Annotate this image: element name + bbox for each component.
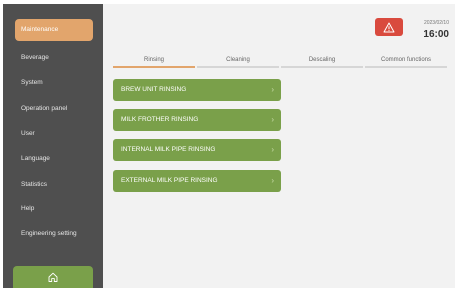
button-label: EXTERNAL MILK PIPE RINSING: [121, 177, 218, 184]
time-display: 16:00: [423, 29, 449, 40]
milk-frother-rinsing-button[interactable]: MILK FROTHER RINSING ›: [113, 109, 281, 131]
tab-rinsing[interactable]: Rinsing: [113, 54, 195, 66]
brew-unit-rinsing-button[interactable]: BREW UNIT RINSING ›: [113, 79, 281, 101]
sidebar-item-statistics[interactable]: Statistics: [15, 176, 93, 194]
chevron-right-icon: ›: [271, 85, 274, 94]
sidebar-item-help[interactable]: Help: [15, 200, 93, 218]
sidebar-item-beverage[interactable]: Beverage: [15, 49, 93, 67]
tab-indicator: [281, 66, 363, 68]
external-milk-pipe-rinsing-button[interactable]: EXTERNAL MILK PIPE RINSING ›: [113, 170, 281, 192]
warning-icon: [383, 22, 395, 32]
home-icon: [48, 272, 58, 282]
sidebar: Maintenance Beverage System Operation pa…: [3, 4, 103, 288]
sidebar-item-maintenance[interactable]: Maintenance: [15, 19, 93, 41]
sidebar-item-user[interactable]: User: [15, 125, 93, 143]
button-label: INTERNAL MILK PIPE RINSING: [121, 146, 216, 153]
tab-cleaning[interactable]: Cleaning: [197, 54, 279, 66]
sidebar-item-system[interactable]: System: [15, 74, 93, 92]
sidebar-item-language[interactable]: Language: [15, 150, 93, 168]
sidebar-item-engineering-setting[interactable]: Engineering setting: [15, 225, 93, 243]
screen: Maintenance Beverage System Operation pa…: [3, 4, 455, 288]
home-button[interactable]: [13, 266, 93, 288]
tab-descaling[interactable]: Descaling: [281, 54, 363, 66]
button-label: MILK FROTHER RINSING: [121, 116, 199, 123]
tab-common-functions[interactable]: Common functions: [365, 54, 447, 66]
sidebar-item-operation-panel[interactable]: Operation panel: [15, 100, 93, 118]
warning-button[interactable]: [375, 18, 403, 36]
chevron-right-icon: ›: [271, 145, 274, 154]
tab-indicator-active: [113, 66, 195, 68]
button-label: BREW UNIT RINSING: [121, 86, 187, 93]
chevron-right-icon: ›: [271, 115, 274, 124]
chevron-right-icon: ›: [271, 176, 274, 185]
internal-milk-pipe-rinsing-button[interactable]: INTERNAL MILK PIPE RINSING ›: [113, 139, 281, 161]
tab-indicator: [197, 66, 279, 68]
date-display: 2023/02/10: [423, 20, 449, 26]
tab-indicator: [365, 66, 447, 68]
